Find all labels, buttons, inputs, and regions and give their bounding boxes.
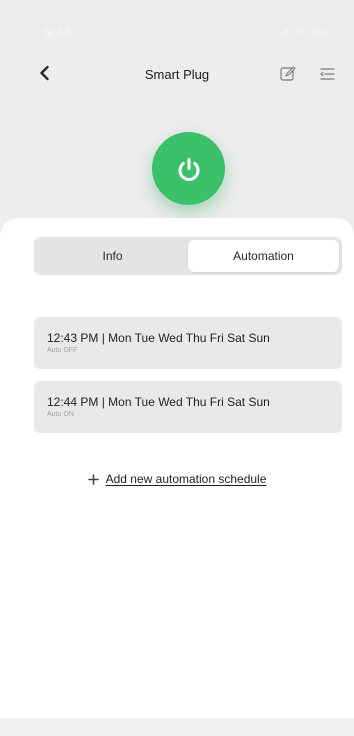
battery-icon: [310, 28, 328, 37]
plus-icon: [87, 473, 99, 485]
schedule-days: Mon Tue Wed Thu Fri Sat Sun: [108, 395, 270, 409]
power-button[interactable]: [152, 132, 225, 205]
add-schedule-link[interactable]: Add new automation schedule: [0, 472, 354, 486]
bottom-bar: [0, 718, 354, 736]
status-time: 9:46: [44, 25, 72, 40]
power-icon: [178, 157, 199, 181]
schedule-action: Auto OFF: [47, 347, 78, 354]
menu-icon: [320, 68, 335, 80]
schedule-line: 12:43 PM | Mon Tue Wed Thu Fri Sat Sun: [47, 331, 270, 345]
status-bar: 9:46: [0, 0, 354, 44]
header: Smart Plug: [0, 56, 354, 92]
edit-button[interactable]: [277, 63, 299, 85]
schedule-days: Mon Tue Wed Thu Fri Sat Sun: [108, 331, 270, 345]
wifi-icon: [293, 28, 305, 37]
schedule-time: 12:44 PM: [47, 395, 99, 409]
signal-icon: [277, 28, 288, 37]
page-title: Smart Plug: [144, 67, 210, 82]
edit-icon: [280, 66, 296, 81]
tab-switcher: Info Automation: [34, 237, 342, 275]
schedule-line: 12:44 PM | Mon Tue Wed Thu Fri Sat Sun: [47, 395, 270, 409]
schedule-item[interactable]: 12:43 PM | Mon Tue Wed Thu Fri Sat Sun A…: [34, 317, 342, 369]
tab-automation[interactable]: Automation: [188, 240, 339, 272]
smart-plug-screen: 9:46 Smart Plug Info Automation 12:43 PM…: [0, 0, 354, 736]
menu-button[interactable]: [316, 63, 338, 85]
content-sheet: [0, 218, 354, 718]
schedule-item[interactable]: 12:44 PM | Mon Tue Wed Thu Fri Sat Sun A…: [34, 381, 342, 433]
schedule-action: Auto ON: [47, 411, 74, 418]
tab-info[interactable]: Info: [37, 240, 188, 272]
add-schedule-label: Add new automation schedule: [105, 472, 267, 486]
status-icons: [277, 28, 328, 37]
schedule-time: 12:43 PM: [47, 331, 99, 345]
